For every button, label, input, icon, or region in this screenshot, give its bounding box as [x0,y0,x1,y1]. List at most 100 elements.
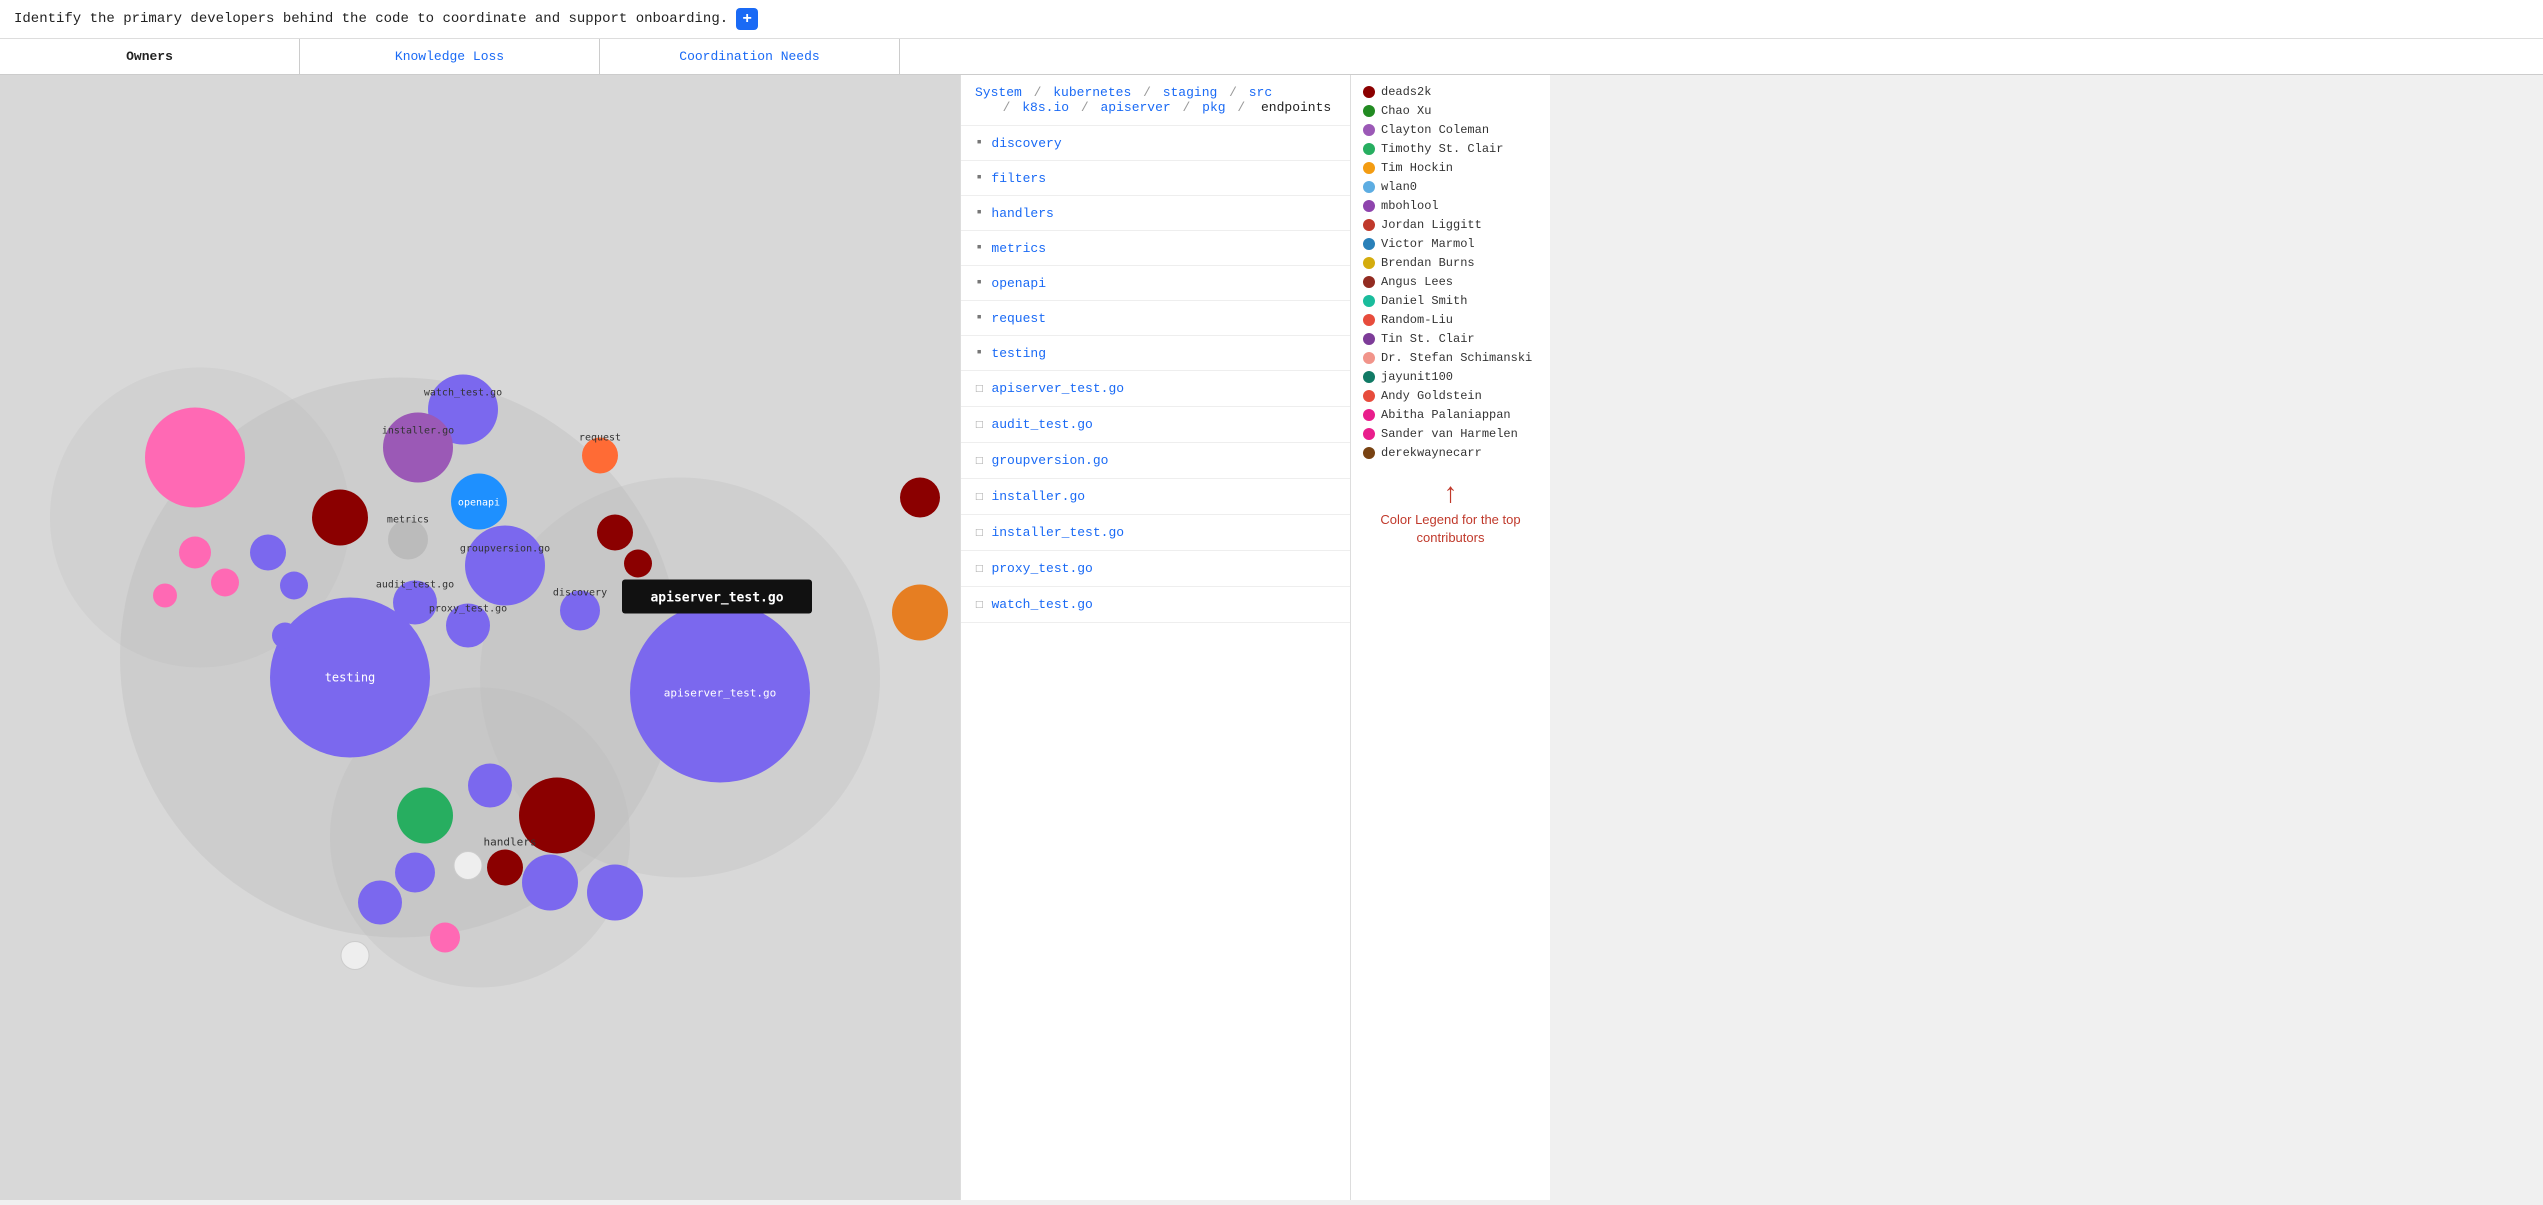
bubble-openapi-label: openapi [458,498,500,509]
legend-item-randomliu: Random-Liu [1363,313,1538,327]
tab-coordination-needs[interactable]: Coordination Needs [600,39,900,74]
legend-dot-timothy [1363,143,1375,155]
folder-icon: ▪ [975,240,983,256]
bubble-white-sm1[interactable] [454,852,482,880]
breadcrumb-kubernetes[interactable]: kubernetes [1053,85,1131,100]
legend-item-abitha: Abitha Palaniappan [1363,408,1538,422]
bubble-svg: testing apiserver_test.go watch_test.go … [0,75,960,1200]
bubble-audit-label: audit_test.go [376,580,454,591]
file-panel: System / kubernetes / staging / src / k8… [960,75,1350,1200]
folder-discovery[interactable]: ▪ discovery [961,126,1350,161]
legend-item-jordan: Jordan Liggitt [1363,218,1538,232]
folder-openapi[interactable]: ▪ openapi [961,266,1350,301]
bubble-pink-sm2[interactable] [211,569,239,597]
breadcrumb-src[interactable]: src [1249,85,1272,100]
legend-dot-timhockin [1363,162,1375,174]
bubble-installer[interactable] [383,413,453,483]
breadcrumb-apiserver[interactable]: apiserver [1101,100,1171,115]
bubble-pink-large[interactable] [145,408,245,508]
bubble-white-sm2[interactable] [341,942,369,970]
bubble-darkred-sm3[interactable] [487,850,523,886]
bubble-purple-sm5[interactable] [468,764,512,808]
folder-testing[interactable]: ▪ testing [961,336,1350,371]
bubble-groupversion-label: groupversion.go [460,544,550,555]
breadcrumb-pkg[interactable]: pkg [1202,100,1225,115]
legend-item-derek: derekwaynecarr [1363,446,1538,460]
folder-list: ▪ discovery ▪ filters ▪ handlers ▪ metri… [961,126,1350,623]
folder-metrics[interactable]: ▪ metrics [961,231,1350,266]
breadcrumb-k8sio[interactable]: k8s.io [1022,100,1069,115]
legend-dot-deads2k [1363,86,1375,98]
folder-icon: ▪ [975,310,983,326]
legend-dot-jayunit [1363,371,1375,383]
bubble-purple-sm2[interactable] [280,572,308,600]
bubble-proxy-label: proxy_test.go [429,604,507,615]
legend-dot-daniel [1363,295,1375,307]
legend-note: Color Legend for the top contributors [1380,512,1520,545]
legend-item-andy: Andy Goldstein [1363,389,1538,403]
file-icon: ☐ [975,416,983,433]
folder-handlers[interactable]: ▪ handlers [961,196,1350,231]
bubble-pink-sm4[interactable] [430,923,460,953]
folder-icon: ▪ [975,170,983,186]
file-icon: ☐ [975,452,983,469]
legend-dot-mbohlool [1363,200,1375,212]
bubble-purple-sm8[interactable] [358,881,402,925]
folder-icon: ▪ [975,345,983,361]
bubble-handlers-label: handlers [484,836,537,849]
bubble-purple-sm1[interactable] [250,535,286,571]
folder-icon: ▪ [975,205,983,221]
bubble-purple-sm6[interactable] [522,855,578,911]
file-proxy-test[interactable]: ☐ proxy_test.go [961,551,1350,587]
file-audit-test[interactable]: ☐ audit_test.go [961,407,1350,443]
file-apiserver-test[interactable]: ☐ apiserver_test.go [961,371,1350,407]
legend-item-jayunit: jayunit100 [1363,370,1538,384]
tab-owners[interactable]: Owners [0,39,300,74]
legend-dot-wlan0 [1363,181,1375,193]
legend-dot-abitha [1363,409,1375,421]
file-icon: ☐ [975,488,983,505]
legend-dot-victor [1363,238,1375,250]
legend-item-mbohlool: mbohlool [1363,199,1538,213]
tabs: Owners Knowledge Loss Coordination Needs [0,39,2543,75]
tooltip-text: apiserver_test.go [650,591,783,606]
breadcrumb-staging[interactable]: staging [1163,85,1218,100]
bubble-apiserver-label: apiserver_test.go [664,687,777,700]
bubble-purple-sm3[interactable] [272,623,298,649]
legend-item-stefan: Dr. Stefan Schimanski [1363,351,1538,365]
tab-knowledge-loss[interactable]: Knowledge Loss [300,39,600,74]
file-installer[interactable]: ☐ installer.go [961,479,1350,515]
breadcrumb-system[interactable]: System [975,85,1022,100]
bubble-metrics[interactable] [388,520,428,560]
legend-item-tin: Tin St. Clair [1363,332,1538,346]
legend-item-sander: Sander van Harmelen [1363,427,1538,441]
bubble-orange-right[interactable] [892,585,948,641]
legend-item-timothy: Timothy St. Clair [1363,142,1538,156]
bubble-green-med[interactable] [397,788,453,844]
file-installer-test[interactable]: ☐ installer_test.go [961,515,1350,551]
legend-item-timhockin: Tim Hockin [1363,161,1538,175]
breadcrumb: System / kubernetes / staging / src / k8… [961,75,1350,126]
legend-dot-brendan [1363,257,1375,269]
bubble-darkred-sm1[interactable] [597,515,633,551]
bubble-pink-sm1[interactable] [179,537,211,569]
file-watch-test[interactable]: ☐ watch_test.go [961,587,1350,623]
description-text: Identify the primary developers behind t… [14,11,728,27]
bubble-purple-sm4[interactable] [395,853,435,893]
bubble-darkred-med[interactable] [312,490,368,546]
bubble-purple-sm7[interactable] [587,865,643,921]
legend-dot-randomliu [1363,314,1375,326]
legend-dot-tin [1363,333,1375,345]
folder-request[interactable]: ▪ request [961,301,1350,336]
bubble-darkred-right[interactable] [900,478,940,518]
bubble-darkred-sm2[interactable] [624,550,652,578]
legend-dot-sander [1363,428,1375,440]
breadcrumb-current: endpoints [1261,100,1331,115]
legend-item-angus: Angus Lees [1363,275,1538,289]
folder-filters[interactable]: ▪ filters [961,161,1350,196]
file-groupversion[interactable]: ☐ groupversion.go [961,443,1350,479]
bubble-pink-sm3[interactable] [153,584,177,608]
legend-item-chaoxu: Chao Xu [1363,104,1538,118]
add-button[interactable]: + [736,8,758,30]
bubble-groupversion[interactable] [465,526,545,606]
